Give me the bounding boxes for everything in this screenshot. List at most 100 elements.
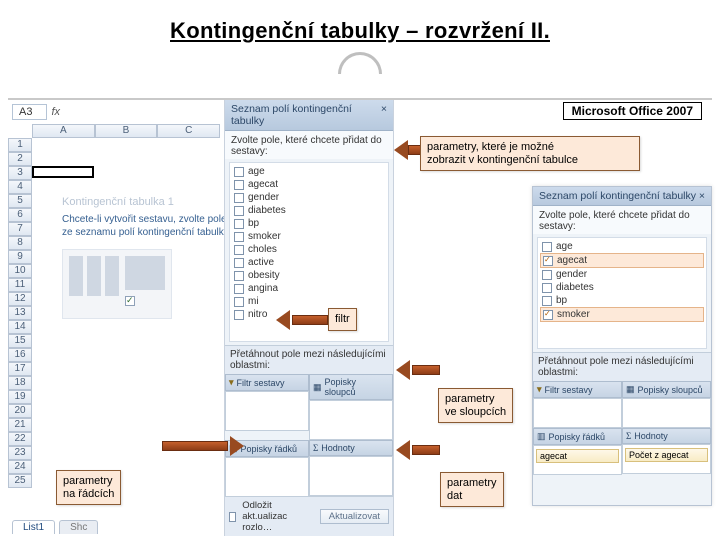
name-box[interactable]: A3 fx bbox=[12, 104, 60, 120]
sigma-icon: Σ bbox=[626, 431, 631, 441]
checkbox-icon[interactable] bbox=[542, 283, 552, 293]
sheet-tab-next[interactable]: Shc bbox=[59, 520, 98, 534]
row-header[interactable]: 12 bbox=[8, 292, 32, 306]
row-header[interactable]: 17 bbox=[8, 362, 32, 376]
value-field-item[interactable]: Počet z agecat bbox=[625, 448, 708, 462]
dropzone-columns[interactable] bbox=[622, 398, 711, 428]
sheet-tab-active[interactable]: List1 bbox=[12, 520, 55, 534]
dropzone-values[interactable]: Počet z agecat bbox=[622, 444, 711, 474]
dropzone-rows[interactable] bbox=[225, 457, 309, 497]
checkbox-icon[interactable] bbox=[234, 297, 244, 307]
row-header[interactable]: 14 bbox=[8, 320, 32, 334]
row-header[interactable]: 3 bbox=[8, 166, 32, 180]
dropzone-rows[interactable]: agecat bbox=[533, 445, 622, 475]
callout-rows-line2: na řádcích bbox=[63, 488, 114, 500]
update-button[interactable]: Aktualizovat bbox=[320, 509, 389, 524]
close-icon[interactable]: × bbox=[699, 190, 705, 202]
field-item[interactable]: agecat bbox=[234, 178, 384, 191]
row-header[interactable]: 16 bbox=[8, 348, 32, 362]
cell-reference[interactable]: A3 bbox=[12, 104, 47, 120]
row-header[interactable]: 22 bbox=[8, 432, 32, 446]
dropzone-columns[interactable] bbox=[309, 400, 393, 440]
row-header[interactable]: 6 bbox=[8, 208, 32, 222]
row-header[interactable]: 20 bbox=[8, 404, 32, 418]
row-header[interactable]: 19 bbox=[8, 390, 32, 404]
dropzone-filter-label: ▾Filtr sestavy bbox=[225, 374, 309, 391]
row-header[interactable]: 15 bbox=[8, 334, 32, 348]
field-item[interactable]: obesity bbox=[234, 269, 384, 282]
arrow-to-values bbox=[398, 440, 440, 460]
row-header[interactable]: 23 bbox=[8, 446, 32, 460]
col-header[interactable]: B bbox=[95, 124, 158, 138]
checkbox-icon[interactable] bbox=[543, 310, 553, 320]
defer-checkbox[interactable] bbox=[229, 512, 236, 522]
checkbox-icon[interactable] bbox=[234, 232, 244, 242]
field-item[interactable]: age bbox=[542, 240, 702, 253]
field-item[interactable]: mi bbox=[234, 295, 384, 308]
defer-label: Odložit akt.ualizac rozlo… bbox=[242, 500, 314, 533]
field-item[interactable]: active bbox=[234, 256, 384, 269]
fx-icon[interactable]: fx bbox=[51, 106, 60, 118]
field-item[interactable]: angina bbox=[234, 282, 384, 295]
checkbox-icon[interactable] bbox=[234, 167, 244, 177]
field-item[interactable]: age bbox=[234, 165, 384, 178]
checkbox-icon[interactable] bbox=[234, 258, 244, 268]
callout-rows: parametry na řádcích bbox=[56, 470, 121, 505]
row-header[interactable]: 10 bbox=[8, 264, 32, 278]
row-field-item[interactable]: agecat bbox=[536, 449, 619, 463]
row-header[interactable]: 11 bbox=[8, 278, 32, 292]
checkbox-icon[interactable] bbox=[234, 271, 244, 281]
dropzone-filter[interactable] bbox=[533, 398, 622, 428]
field-item[interactable]: diabetes bbox=[542, 281, 702, 294]
field-item[interactable]: diabetes bbox=[234, 204, 384, 217]
col-header[interactable]: A bbox=[32, 124, 95, 138]
field-item[interactable]: bp bbox=[234, 217, 384, 230]
office-version-badge: Microsoft Office 2007 bbox=[563, 102, 702, 120]
row-header[interactable]: 9 bbox=[8, 250, 32, 264]
checkbox-icon[interactable] bbox=[542, 242, 552, 252]
checkbox-icon[interactable] bbox=[234, 180, 244, 190]
col-header[interactable]: C bbox=[157, 124, 220, 138]
close-icon[interactable]: × bbox=[381, 103, 387, 127]
dropzone-values[interactable] bbox=[309, 456, 393, 496]
checkbox-icon[interactable] bbox=[543, 256, 553, 266]
callout-rows-line1: parametry bbox=[63, 475, 113, 487]
row-header[interactable]: 1 bbox=[8, 138, 32, 152]
field-item[interactable]: smoker bbox=[540, 307, 704, 322]
field-item[interactable]: smoker bbox=[234, 230, 384, 243]
field-item[interactable]: agecat bbox=[540, 253, 704, 268]
row-header[interactable]: 8 bbox=[8, 236, 32, 250]
field-item[interactable]: gender bbox=[542, 268, 702, 281]
row-header[interactable]: 4 bbox=[8, 180, 32, 194]
dropzone-filter[interactable] bbox=[225, 391, 309, 431]
pivot-placeholder-title: Kontingenční tabulka 1 bbox=[62, 196, 232, 208]
row-header[interactable]: 5 bbox=[8, 194, 32, 208]
row-header[interactable]: 24 bbox=[8, 460, 32, 474]
slide-title: Kontingenční tabulky – rozvržení II. bbox=[0, 0, 720, 50]
checkbox-icon[interactable] bbox=[234, 193, 244, 203]
row-header[interactable]: 25 bbox=[8, 474, 32, 488]
checkbox-icon[interactable] bbox=[234, 245, 244, 255]
drop-zone-grid: ▾Filtr sestavy ▦Popisky sloupců ▥Popisky… bbox=[225, 374, 393, 497]
checkbox-icon[interactable] bbox=[234, 206, 244, 216]
checkbox-icon[interactable] bbox=[234, 219, 244, 229]
check-icon bbox=[125, 296, 135, 306]
column-headers: A B C bbox=[32, 124, 220, 138]
row-header[interactable]: 13 bbox=[8, 306, 32, 320]
field-list[interactable]: ageagecatgenderdiabetesbpsmoker bbox=[537, 237, 707, 349]
field-item[interactable]: gender bbox=[234, 191, 384, 204]
row-header[interactable]: 2 bbox=[8, 152, 32, 166]
checkbox-icon[interactable] bbox=[234, 284, 244, 294]
row-header[interactable]: 7 bbox=[8, 222, 32, 236]
cell-grid[interactable]: Kontingenční tabulka 1 Chcete-li vytvoři… bbox=[32, 138, 220, 516]
row-header[interactable]: 21 bbox=[8, 418, 32, 432]
checkbox-icon[interactable] bbox=[234, 310, 244, 320]
callout-data-line2: dat bbox=[447, 490, 462, 502]
field-item[interactable]: bp bbox=[542, 294, 702, 307]
field-item[interactable]: choles bbox=[234, 243, 384, 256]
checkbox-icon[interactable] bbox=[542, 296, 552, 306]
row-header[interactable]: 18 bbox=[8, 376, 32, 390]
pane-footer: Odložit akt.ualizac rozlo… Aktualizovat bbox=[225, 496, 393, 536]
sheet-tabs: List1 Shc bbox=[8, 518, 98, 536]
checkbox-icon[interactable] bbox=[542, 270, 552, 280]
